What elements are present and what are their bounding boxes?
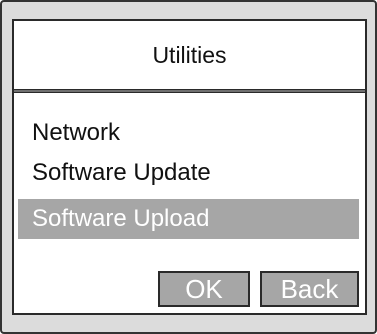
title-divider <box>14 89 365 93</box>
utilities-menu: Network Software Update Software Upload <box>14 113 365 239</box>
ok-button[interactable]: OK <box>158 271 250 307</box>
back-button[interactable]: Back <box>260 271 359 307</box>
utilities-screen: Utilities Network Software Update Softwa… <box>12 19 367 315</box>
screen-title: Utilities <box>152 41 227 68</box>
menu-item-software-update[interactable]: Software Update <box>14 153 365 193</box>
menu-item-network[interactable]: Network <box>14 113 365 153</box>
device-frame: Utilities Network Software Update Softwa… <box>0 0 377 334</box>
menu-item-software-upload[interactable]: Software Upload <box>18 199 359 239</box>
